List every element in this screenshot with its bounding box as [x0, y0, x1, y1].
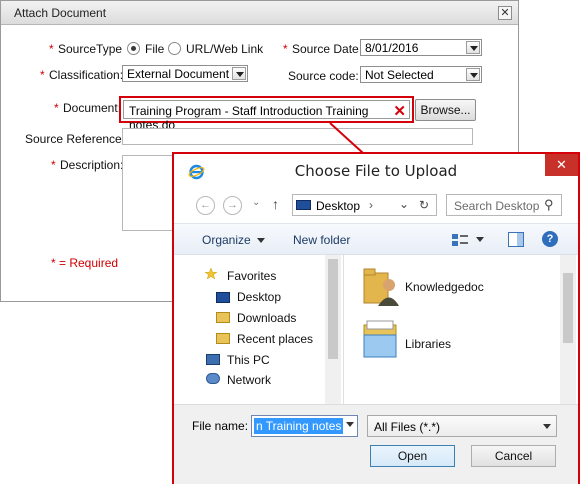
- nav-item-downloads[interactable]: Downloads: [237, 311, 296, 325]
- address-chevron-icon[interactable]: ›: [369, 198, 373, 212]
- address-location: Desktop: [316, 199, 361, 213]
- nav-item-this-pc[interactable]: This PC: [227, 353, 270, 367]
- file-name-dropdown-icon[interactable]: [346, 422, 354, 427]
- libraries-folder-icon: [363, 320, 397, 358]
- network-icon: [206, 373, 220, 384]
- cancel-button[interactable]: Cancel: [471, 445, 556, 467]
- user-folder-icon: [363, 268, 399, 306]
- file-type-select[interactable]: All Files (*.*): [367, 415, 557, 437]
- open-button[interactable]: Open: [370, 445, 455, 467]
- nav-item-favorites[interactable]: Favorites: [227, 269, 276, 283]
- help-icon[interactable]: ?: [542, 231, 558, 247]
- nav-item-network[interactable]: Network: [227, 373, 271, 387]
- search-placeholder: Search Desktop: [454, 199, 540, 213]
- file-item-libraries[interactable]: Libraries: [405, 337, 451, 351]
- file-dialog-titlebar: Choose File to Upload ✕: [174, 154, 578, 187]
- search-input[interactable]: Search Desktop ⚲: [446, 194, 562, 216]
- navigation-scrollbar[interactable]: [325, 255, 341, 404]
- refresh-icon[interactable]: ↻: [419, 198, 429, 212]
- file-name-value: n Training notes: [254, 418, 344, 434]
- file-item-knowledgedoc[interactable]: Knowledgedoc: [405, 280, 484, 294]
- view-dropdown-icon[interactable]: [476, 237, 484, 242]
- file-name-input[interactable]: n Training notes: [251, 415, 358, 437]
- organize-button[interactable]: Organize: [202, 233, 251, 247]
- desktop-icon: [296, 200, 311, 210]
- organize-dropdown-icon[interactable]: [257, 238, 265, 243]
- file-type-value: All Files (*.*): [374, 420, 441, 434]
- file-list-scrollbar-thumb[interactable]: [563, 273, 573, 343]
- file-dialog-toolbar: Organize New folder ?: [174, 223, 578, 255]
- file-dialog-navbar: ← → ⌄ ↑ Desktop › ⌄ ↻ Search Desktop ⚲: [174, 187, 578, 223]
- search-icon: ⚲: [544, 197, 554, 212]
- change-view-icon[interactable]: [452, 233, 468, 247]
- desktop-icon: [216, 292, 230, 303]
- up-icon[interactable]: ↑: [272, 196, 279, 212]
- address-dropdown-icon[interactable]: ⌄: [399, 197, 409, 211]
- nav-item-recent-places[interactable]: Recent places: [237, 332, 313, 346]
- back-icon[interactable]: ←: [196, 196, 215, 215]
- downloads-icon: [216, 312, 230, 323]
- navigation-pane: Favorites Desktop Downloads Recent place…: [189, 255, 344, 404]
- navigation-scrollbar-thumb[interactable]: [328, 259, 338, 359]
- forward-icon[interactable]: →: [223, 196, 242, 215]
- preview-pane-icon[interactable]: [508, 232, 524, 247]
- recent-places-icon: [216, 333, 230, 344]
- star-icon: [204, 268, 218, 279]
- nav-item-desktop[interactable]: Desktop: [237, 290, 281, 304]
- new-folder-button[interactable]: New folder: [293, 233, 350, 247]
- file-dialog-title: Choose File to Upload: [294, 162, 458, 180]
- computer-icon: [206, 354, 220, 365]
- file-dialog-footer: File name: n Training notes All Files (*…: [174, 404, 578, 484]
- address-bar[interactable]: Desktop › ⌄ ↻: [292, 194, 437, 216]
- file-list-pane: Knowledgedoc Libraries: [345, 255, 577, 404]
- file-dialog-close-button[interactable]: ✕: [545, 154, 578, 176]
- file-type-dropdown-icon[interactable]: [543, 424, 551, 429]
- file-name-label: File name:: [192, 419, 249, 433]
- file-list-scrollbar[interactable]: [560, 255, 576, 404]
- choose-file-dialog: Choose File to Upload ✕ ← → ⌄ ↑ Desktop …: [172, 152, 580, 484]
- recent-locations-dropdown-icon[interactable]: ⌄: [252, 197, 260, 208]
